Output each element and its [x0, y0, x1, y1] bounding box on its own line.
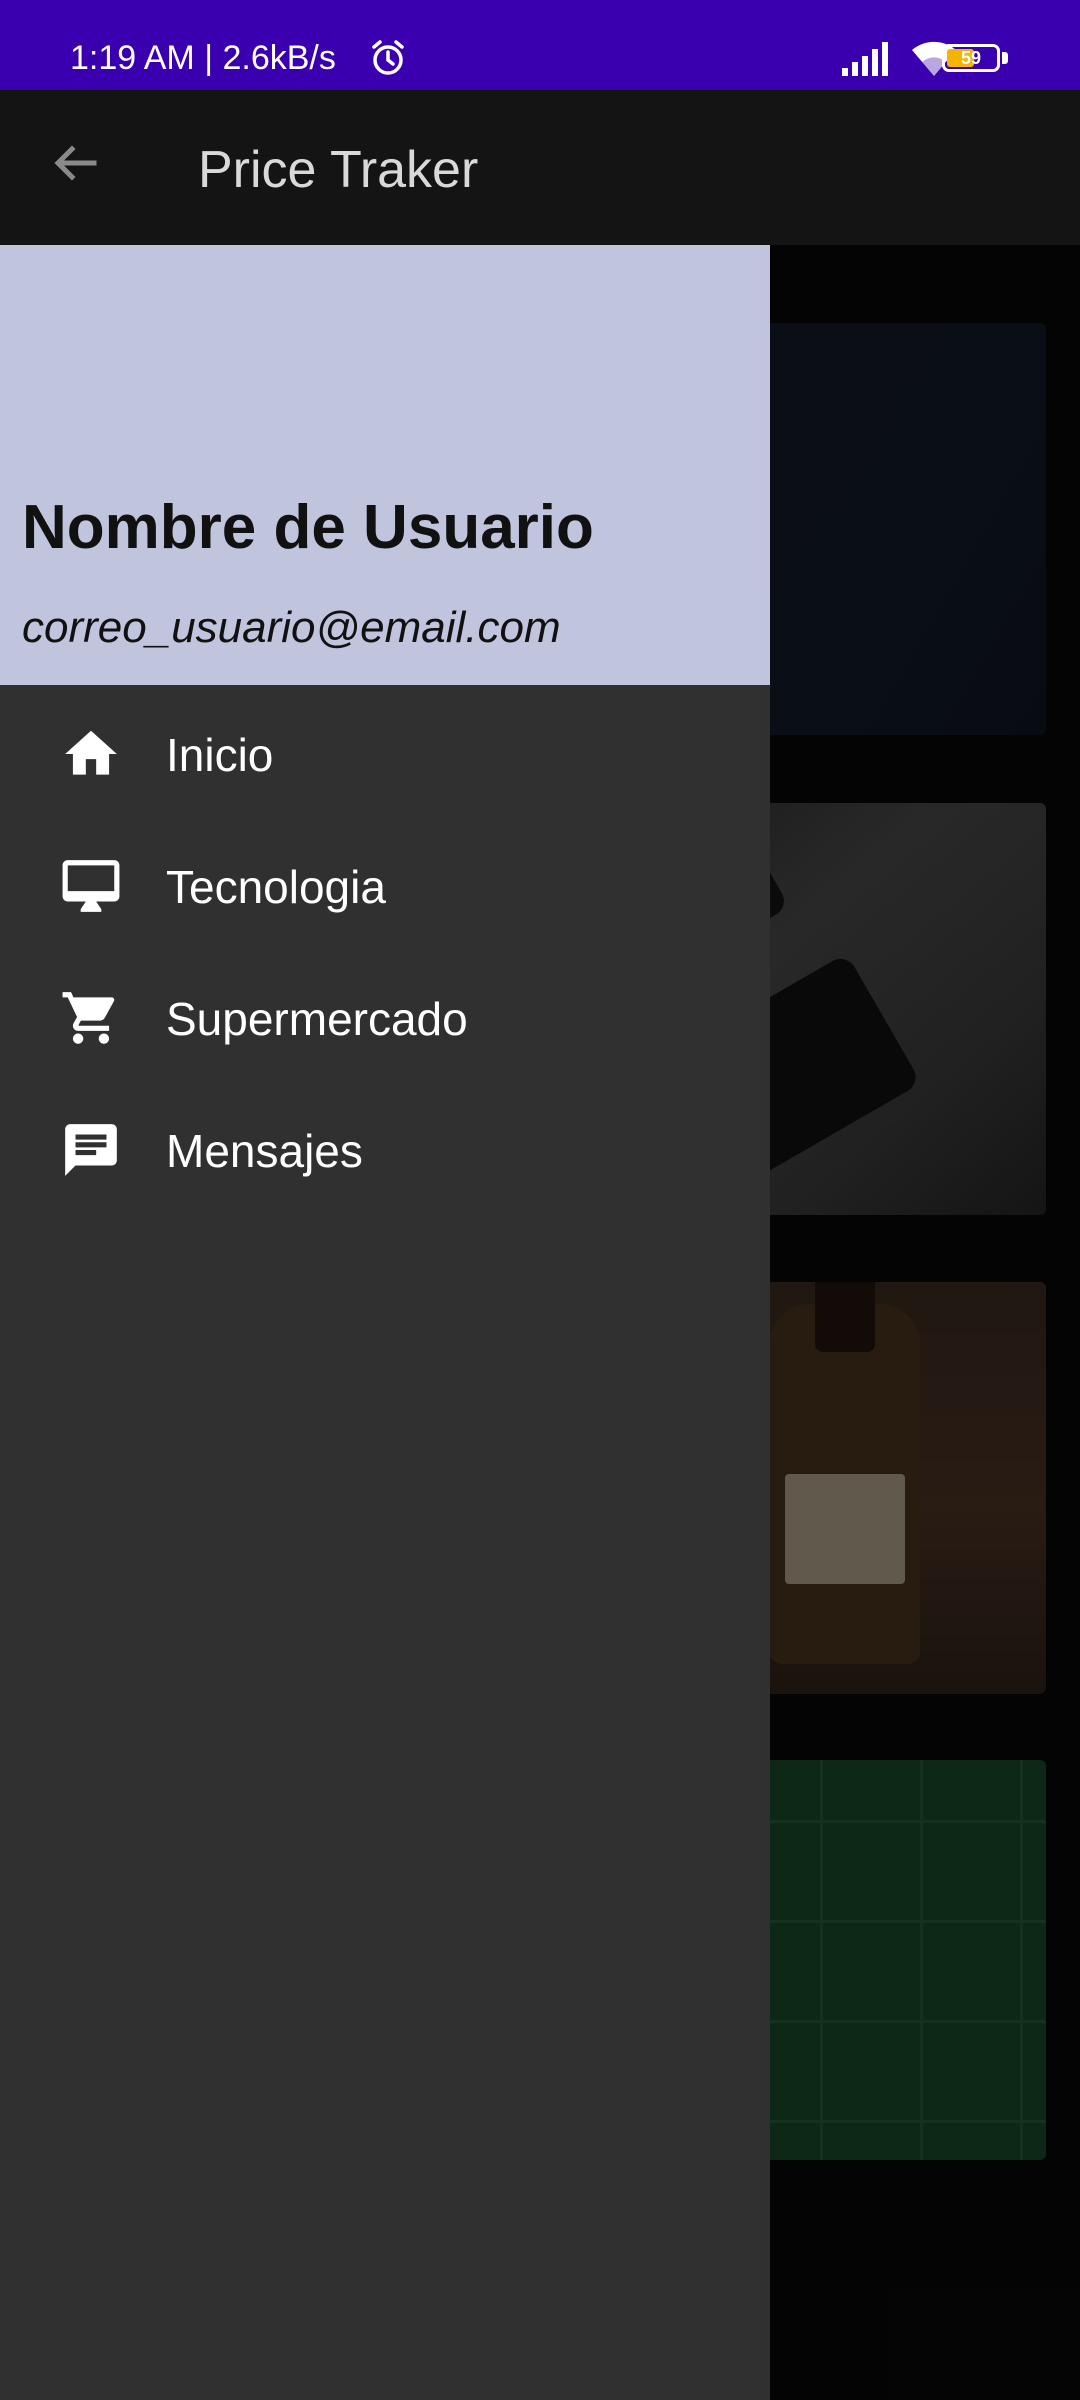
- battery-level: 59: [960, 48, 982, 68]
- desktop-icon: [62, 860, 120, 912]
- drawer-header: Nombre de Usuario correo_usuario@email.c…: [0, 245, 770, 685]
- signal-icon: [842, 42, 888, 76]
- menu-item-label: Mensajes: [166, 1125, 363, 1177]
- navigation-drawer: Nombre de Usuario correo_usuario@email.c…: [0, 245, 770, 2400]
- user-name: Nombre de Usuario: [22, 493, 594, 562]
- menu-item-inicio[interactable]: Inicio: [0, 685, 770, 817]
- menu-item-label: Tecnologia: [166, 861, 386, 913]
- menu-item-tecnologia[interactable]: Tecnologia: [0, 817, 770, 949]
- menu-item-label: Supermercado: [166, 993, 468, 1045]
- menu-item-label: Inicio: [166, 729, 274, 781]
- user-email: correo_usuario@email.com: [22, 603, 561, 652]
- app-title: Price Traker: [198, 141, 479, 199]
- menu-item-supermercado[interactable]: Supermercado: [0, 949, 770, 1081]
- app-bar: Price Traker: [0, 90, 1080, 245]
- message-icon: [65, 1124, 117, 1176]
- battery-icon: 59: [942, 44, 1000, 72]
- status-bar: 1:19 AM | 2.6kB/s 59: [0, 0, 1080, 90]
- home-icon: [65, 730, 117, 775]
- status-time: 1:19 AM | 2.6kB/s: [70, 39, 336, 77]
- menu-item-mensajes[interactable]: Mensajes: [0, 1081, 770, 1213]
- arrow-back-icon[interactable]: [48, 136, 102, 190]
- shopping-cart-icon: [62, 992, 115, 1044]
- battery-tip: [1002, 52, 1008, 64]
- alarm-icon: [372, 40, 404, 75]
- drawer-menu: Inicio Tecnologia Supermercado Mensajes: [0, 685, 770, 1213]
